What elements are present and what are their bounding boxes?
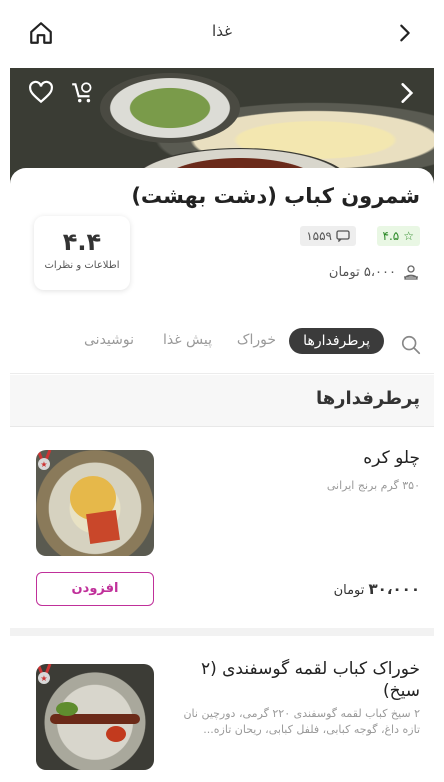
chevron-right-icon[interactable]	[394, 80, 420, 106]
star-icon: ☆	[403, 229, 414, 243]
delivery-courier-icon	[404, 265, 418, 280]
reviews-count-badge: ۱۵۵۹	[300, 226, 356, 246]
info-label: اطلاعات و نظرات	[44, 260, 120, 271]
item-photo: ★	[36, 450, 154, 556]
page-title: غذا	[212, 22, 232, 40]
delivery-fee: ۵،۰۰۰ تومان	[329, 264, 420, 280]
item-name: چلو کره	[363, 448, 420, 468]
item-name: خوراک کباب لقمه گوسفندی (۲ سیخ)	[200, 659, 420, 701]
award-ribbon-icon: ★	[36, 664, 52, 684]
info-number: ۴.۴	[62, 228, 102, 256]
restaurant-name: شمرون کباب (دشت بهشت)	[131, 184, 420, 208]
svg-text:★: ★	[40, 460, 47, 469]
delivery-fee-text: ۵،۰۰۰ تومان	[328, 264, 396, 280]
item-photo: ★	[36, 664, 154, 770]
top-bar: غذا	[10, 0, 434, 68]
comment-icon	[336, 230, 350, 242]
svg-text:★: ★	[40, 674, 47, 683]
add-button[interactable]: افزودن	[36, 572, 154, 606]
menu-item[interactable]: چلو کره ۳۵۰ گرم برنج ایرانی ★ ۳۰،۰۰۰ توم…	[10, 428, 434, 636]
tab-drinks[interactable]: نوشیدنی	[84, 332, 134, 348]
award-ribbon-icon: ★	[36, 450, 52, 470]
section-title: پرطرفدارها	[315, 388, 420, 409]
rating-value: ۴.۵	[382, 229, 400, 243]
chevron-right-icon[interactable]	[394, 22, 416, 44]
tab-main-dish[interactable]: خوراک	[237, 332, 276, 348]
section-header: پرطرفدارها	[10, 375, 434, 427]
reviews-count: ۱۵۵۹	[306, 229, 332, 243]
tab-appetizer[interactable]: پیش غذا	[163, 332, 212, 348]
item-price: ۳۰،۰۰۰ تومان	[334, 580, 420, 598]
info-and-reviews-button[interactable]: ۴.۴ اطلاعات و نظرات	[34, 216, 130, 290]
tab-popular[interactable]: پرطرفدارها	[289, 328, 384, 354]
rating-badge: ۴.۵ ☆	[376, 226, 420, 246]
restaurant-info-card: شمرون کباب (دشت بهشت) ۴.۵ ☆ ۱۵۵۹ ۵،۰۰۰ ت…	[10, 168, 434, 318]
menu-category-tabs: پرطرفدارها خوراک پیش غذا نوشیدنی	[10, 318, 434, 374]
price-currency: تومان	[333, 583, 365, 598]
menu-item[interactable]: خوراک کباب لقمه گوسفندی (۲ سیخ) ۲ سیخ کب…	[10, 644, 434, 782]
item-description: ۲ سیخ کباب لقمه گوسفندی ۲۲۰ گرمی، دورچین…	[183, 707, 420, 736]
price-value: ۳۰،۰۰۰	[368, 580, 420, 598]
item-description: ۳۵۰ گرم برنج ایرانی	[326, 479, 420, 492]
food-plate-image	[100, 73, 240, 143]
search-icon[interactable]	[400, 334, 422, 356]
cart-discount-icon[interactable]	[70, 80, 96, 106]
heart-icon[interactable]	[28, 80, 54, 106]
